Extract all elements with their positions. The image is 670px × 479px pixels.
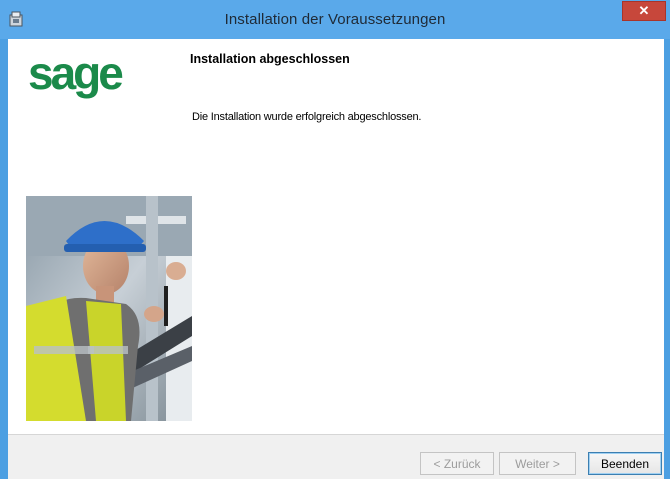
close-icon: ✕: [638, 3, 650, 18]
window-title: Installation der Voraussetzungen: [224, 11, 446, 28]
page-heading: Installation abgeschlossen: [190, 52, 350, 66]
close-button[interactable]: ✕: [622, 1, 666, 21]
finish-button[interactable]: Beenden: [588, 452, 662, 475]
installer-window: Installation der Voraussetzungen ✕ sage …: [0, 0, 670, 479]
next-button[interactable]: Weiter >: [499, 452, 576, 475]
button-bar: < Zurück Weiter > Beenden: [8, 434, 664, 479]
back-button[interactable]: < Zurück: [420, 452, 494, 475]
status-message: Die Installation wurde erfolgreich abges…: [192, 111, 422, 123]
wizard-content: sage Installation abgeschlossen Die Inst…: [8, 39, 664, 434]
worker-photo: [26, 196, 192, 421]
sage-logo-text: sage: [28, 53, 123, 99]
title-bar[interactable]: Installation der Voraussetzungen ✕: [0, 0, 670, 39]
sage-logo: sage: [26, 47, 136, 106]
